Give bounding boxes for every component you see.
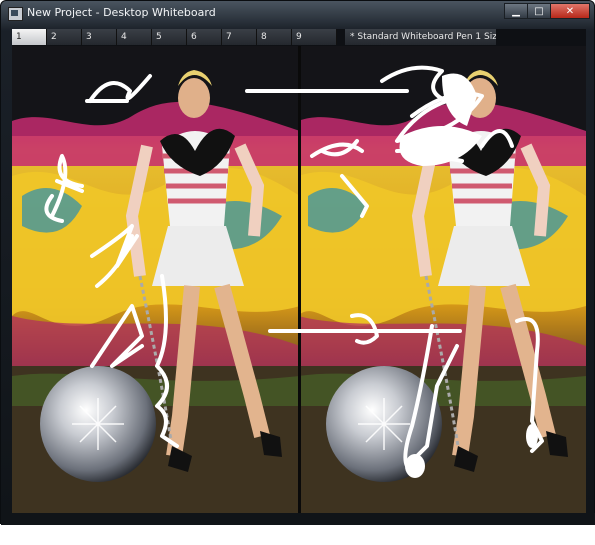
- tab-6[interactable]: 6: [187, 29, 222, 45]
- tab-1[interactable]: 1: [12, 29, 47, 45]
- tab-8[interactable]: 8: [257, 29, 292, 45]
- bottom-frame: [1, 513, 595, 525]
- close-button[interactable]: ✕: [550, 3, 590, 19]
- app-icon[interactable]: [8, 7, 23, 21]
- canvas-drawing[interactable]: [12, 46, 586, 513]
- page-tab-bar: 1 2 3 4 5 6 7 8 9 * Standard Whiteboard …: [12, 29, 586, 46]
- minimize-button[interactable]: ▁: [504, 3, 528, 19]
- tab-2[interactable]: 2: [47, 29, 82, 45]
- whiteboard-canvas[interactable]: [12, 46, 586, 513]
- pen-status: * Standard Whiteboard Pen 1 Size 4: [345, 29, 496, 45]
- tab-4[interactable]: 4: [117, 29, 152, 45]
- app-window: New Project - Desktop Whiteboard ▁ □ ✕ 1…: [0, 0, 595, 525]
- window-controls: ▁ □ ✕: [504, 3, 590, 21]
- tab-7[interactable]: 7: [222, 29, 257, 45]
- maximize-button[interactable]: □: [527, 3, 551, 19]
- tab-3[interactable]: 3: [82, 29, 117, 45]
- tab-9[interactable]: 9: [292, 29, 337, 45]
- title-bar[interactable]: New Project - Desktop Whiteboard ▁ □ ✕: [1, 1, 595, 25]
- tab-5[interactable]: 5: [152, 29, 187, 45]
- window-title: New Project - Desktop Whiteboard: [27, 6, 216, 19]
